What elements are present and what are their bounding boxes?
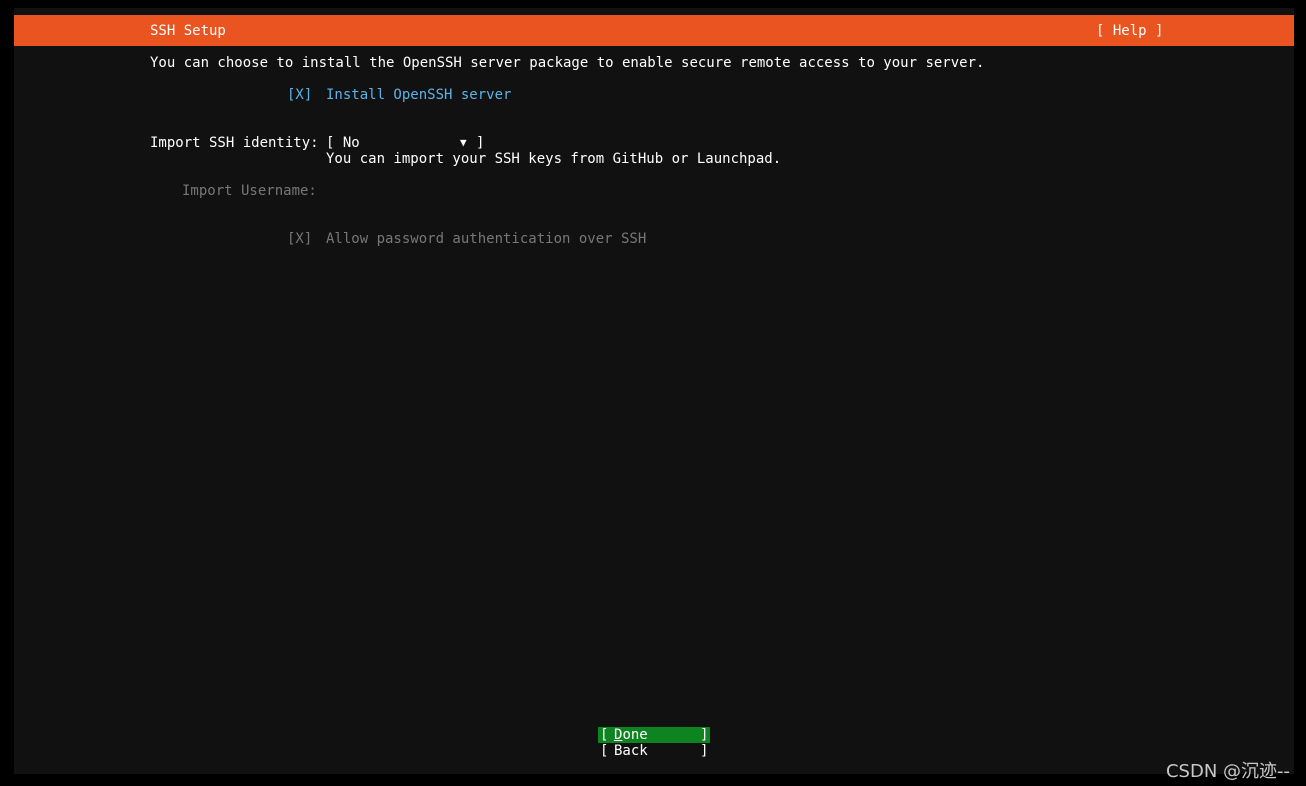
allow-password-label: Allow password authentication over SSH <box>326 231 647 247</box>
import-identity-hint: You can import your SSH keys from GitHub… <box>326 151 782 167</box>
done-label: Done <box>614 727 648 743</box>
select-close-bracket: ] <box>476 135 485 151</box>
help-button[interactable]: [ Help ] <box>1096 23 1163 39</box>
back-label: Back <box>614 743 648 759</box>
page-title: SSH Setup <box>150 23 226 39</box>
import-ssh-identity-select[interactable]: [ No <box>326 135 360 151</box>
back-close-bracket: ] <box>700 743 709 759</box>
allow-password-checkbox: [X] <box>287 231 313 247</box>
install-openssh-checkbox[interactable]: [X] <box>287 87 312 103</box>
done-close-bracket: ] <box>700 727 709 743</box>
installer-screen <box>14 8 1294 774</box>
intro-text: You can choose to install the OpenSSH se… <box>150 55 985 71</box>
import-ssh-identity-label: Import SSH identity: <box>150 135 319 151</box>
install-openssh-label[interactable]: Install OpenSSH server <box>326 87 511 103</box>
back-button[interactable]: [ Back ] <box>598 743 710 759</box>
watermark: CSDN @沉迹-- <box>1165 761 1290 782</box>
done-label-rest: one <box>622 727 648 743</box>
import-username-label: Import Username: <box>182 183 317 199</box>
dropdown-arrow-icon[interactable]: ▼ <box>460 135 467 151</box>
done-button[interactable]: [ Done ] <box>598 727 710 743</box>
